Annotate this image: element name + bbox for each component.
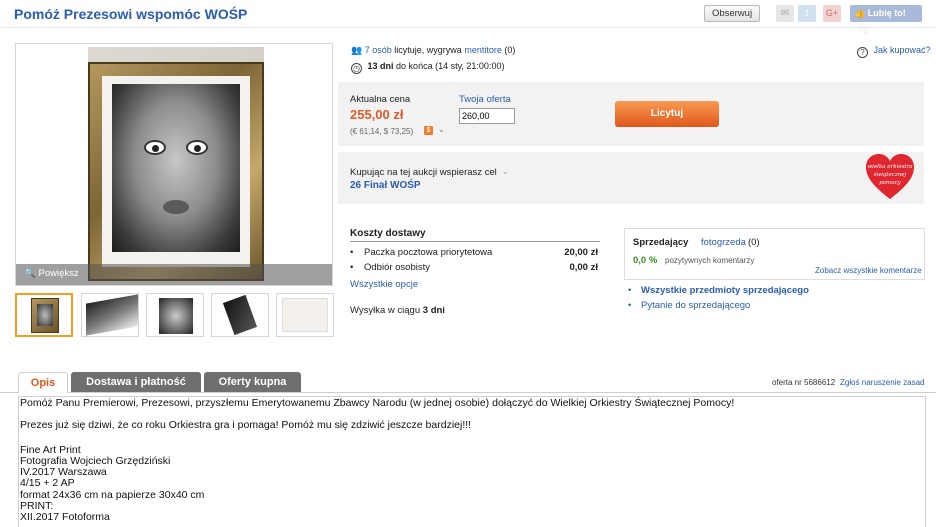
time-left: ◷ 13 dni do końca (14 sty, 21:00:00) — [351, 61, 504, 74]
tab-description[interactable]: Opis — [18, 372, 68, 393]
offer-number: oferta nr 5686612 — [772, 378, 836, 387]
description-line: 4/15 + 2 AP — [20, 477, 75, 489]
shipping-price: 0,00 zł — [569, 262, 598, 273]
twitter-icon[interactable]: t — [798, 5, 816, 22]
price-alt-currency: (€ 61,14, $ 73,25) — [350, 127, 414, 136]
shipping-time-value: 3 dni — [422, 305, 445, 316]
offer-input[interactable] — [459, 108, 515, 124]
mail-icon[interactable]: ✉ — [776, 5, 794, 22]
thumb-back — [222, 294, 258, 336]
seller-name-link[interactable]: fotogrzeda — [701, 237, 746, 248]
thumbs-up-icon: 👍 — [854, 8, 866, 18]
seller-label: Sprzedający — [633, 237, 689, 248]
bullet: • — [628, 285, 632, 296]
bullet: • — [628, 300, 632, 311]
charity-link[interactable]: 26 Finał WOŚP — [350, 180, 421, 191]
price-box: Aktualna cena 255,00 zł (€ 61,14, $ 73,2… — [338, 82, 924, 146]
shipping-divider — [350, 241, 600, 242]
seller-box: Sprzedający fotogrzeda (0) 0,0 % pozytyw… — [624, 228, 925, 280]
zoom-bar[interactable]: 🔍 Powiększ — [16, 264, 332, 285]
shipping-name: Odbiór osobisty — [364, 262, 431, 273]
page-title: Pomóż Prezesowi wspomóc WOŚP — [14, 6, 248, 22]
all-comments-link[interactable]: Zobacz wszystkie komentarze — [815, 266, 922, 275]
header-divider — [0, 27, 936, 28]
your-offer-label[interactable]: Twoja oferta — [459, 94, 511, 105]
logo-line-3: pomocy — [879, 180, 901, 186]
logo-line-2: świątecznej — [874, 171, 907, 178]
shipping-price: 20,00 zł — [564, 247, 598, 258]
charity-text: Kupując na tej aukcji wspierasz cel — [350, 167, 497, 178]
picture-mat — [102, 76, 250, 267]
facebook-like-button[interactable]: 👍 Lubię to! 78 — [850, 5, 922, 35]
tab-delivery-payment[interactable]: Dostawa i płatność — [71, 372, 201, 392]
eye-left — [144, 140, 166, 155]
help-link[interactable]: Jak kupować? — [874, 45, 931, 55]
question-icon: ? — [857, 47, 868, 58]
shipping-time-label: Wysyłka w ciągu — [350, 305, 421, 316]
logo-line-1: wielka orkiestra — [867, 164, 912, 170]
like-label: Lubię to! — [867, 8, 906, 18]
magnifier-icon: 🔍 — [24, 268, 36, 279]
photo-background — [88, 47, 264, 281]
picture-frame — [88, 62, 264, 281]
charity-box: Kupując na tej aukcji wspierasz cel ⌄ 26… — [338, 152, 924, 204]
leader-link[interactable]: mentitore — [464, 45, 502, 55]
stopwatch-icon: ◷ — [351, 63, 362, 74]
bidders-link[interactable]: 7 osób — [365, 45, 392, 55]
help-link-wrap[interactable]: ? Jak kupować? — [857, 45, 931, 58]
leader-count: (0) — [504, 45, 516, 55]
thumbnail-5[interactable] — [276, 293, 334, 337]
thumb-face — [37, 304, 53, 326]
thumb-print — [86, 294, 138, 336]
bullet: • — [350, 262, 354, 273]
shipping-title: Koszty dostawy — [350, 228, 426, 239]
chevron-down-icon[interactable]: ⌄ — [438, 125, 445, 134]
tabs-divider — [0, 392, 936, 393]
seller-positive-text: pozytywnych komentarzy — [665, 256, 755, 265]
wosp-heart-logo: wielka orkiestra świątecznej pomocy — [866, 154, 914, 199]
shipping-time: Wysyłka w ciągu 3 dni — [350, 305, 445, 316]
time-rest: do końca (14 sty, 21:00:00) — [396, 61, 505, 71]
description-line: XII.2017 Fotoforma — [20, 511, 110, 523]
zoom-label: 🔍 Powiększ — [24, 268, 79, 279]
description-panel: Pomóż Panu Premierowi, Prezesowi, przysz… — [18, 396, 926, 527]
people-icon: 👥 — [351, 45, 363, 55]
thumbnail-3[interactable] — [146, 293, 204, 337]
price-label: Aktualna cena — [350, 94, 411, 105]
report-link[interactable]: Zgłoś naruszenie zasad — [840, 378, 925, 387]
eye-right — [186, 140, 208, 155]
current-price: 255,00 zł — [350, 107, 404, 122]
seller-count: (0) — [748, 237, 760, 248]
bidders-text: licytuje, wygrywa — [394, 45, 462, 55]
thumb-closeup — [159, 298, 193, 334]
bidders-info: 👥 7 osób licytuje, wygrywa mentitore (0) — [351, 45, 515, 56]
thumbnail-4[interactable] — [211, 293, 269, 337]
bid-button[interactable]: Licytuj — [615, 101, 719, 127]
thumb-certificate — [282, 298, 328, 332]
currency-icon[interactable]: $ — [424, 126, 433, 135]
thumbnail-2[interactable] — [81, 293, 139, 337]
thumb-frame — [31, 298, 59, 333]
shipping-name: Paczka pocztowa priorytetowa — [364, 247, 493, 258]
description-line: Prezes już się dziwi, że co roku Orkiest… — [20, 419, 472, 431]
all-options-link[interactable]: Wszystkie opcje — [350, 279, 418, 290]
chevron-down-icon[interactable]: ⌄ — [502, 167, 509, 176]
ask-seller-link[interactable]: Pytanie do sprzedającego — [641, 300, 750, 311]
all-items-link[interactable]: Wszystkie przedmioty sprzedającego — [641, 285, 809, 296]
google-plus-icon[interactable]: G+ — [823, 5, 841, 22]
zoom-text: Powiększ — [38, 268, 79, 279]
observe-button[interactable]: Obserwuj — [704, 5, 760, 22]
tab-purchase-offers[interactable]: Oferty kupna — [204, 372, 301, 392]
main-image[interactable]: 🔍 Powiększ — [15, 43, 333, 286]
seller-positive-pct: 0,0 % — [633, 255, 658, 266]
description-line: Pomóż Panu Premierowi, Prezesowi, przysz… — [20, 397, 735, 409]
portrait-photo — [112, 84, 240, 252]
bullet: • — [350, 247, 354, 258]
time-bold: 13 dni — [367, 61, 394, 71]
thumbnail-1[interactable] — [15, 293, 73, 337]
mouth — [163, 200, 189, 214]
